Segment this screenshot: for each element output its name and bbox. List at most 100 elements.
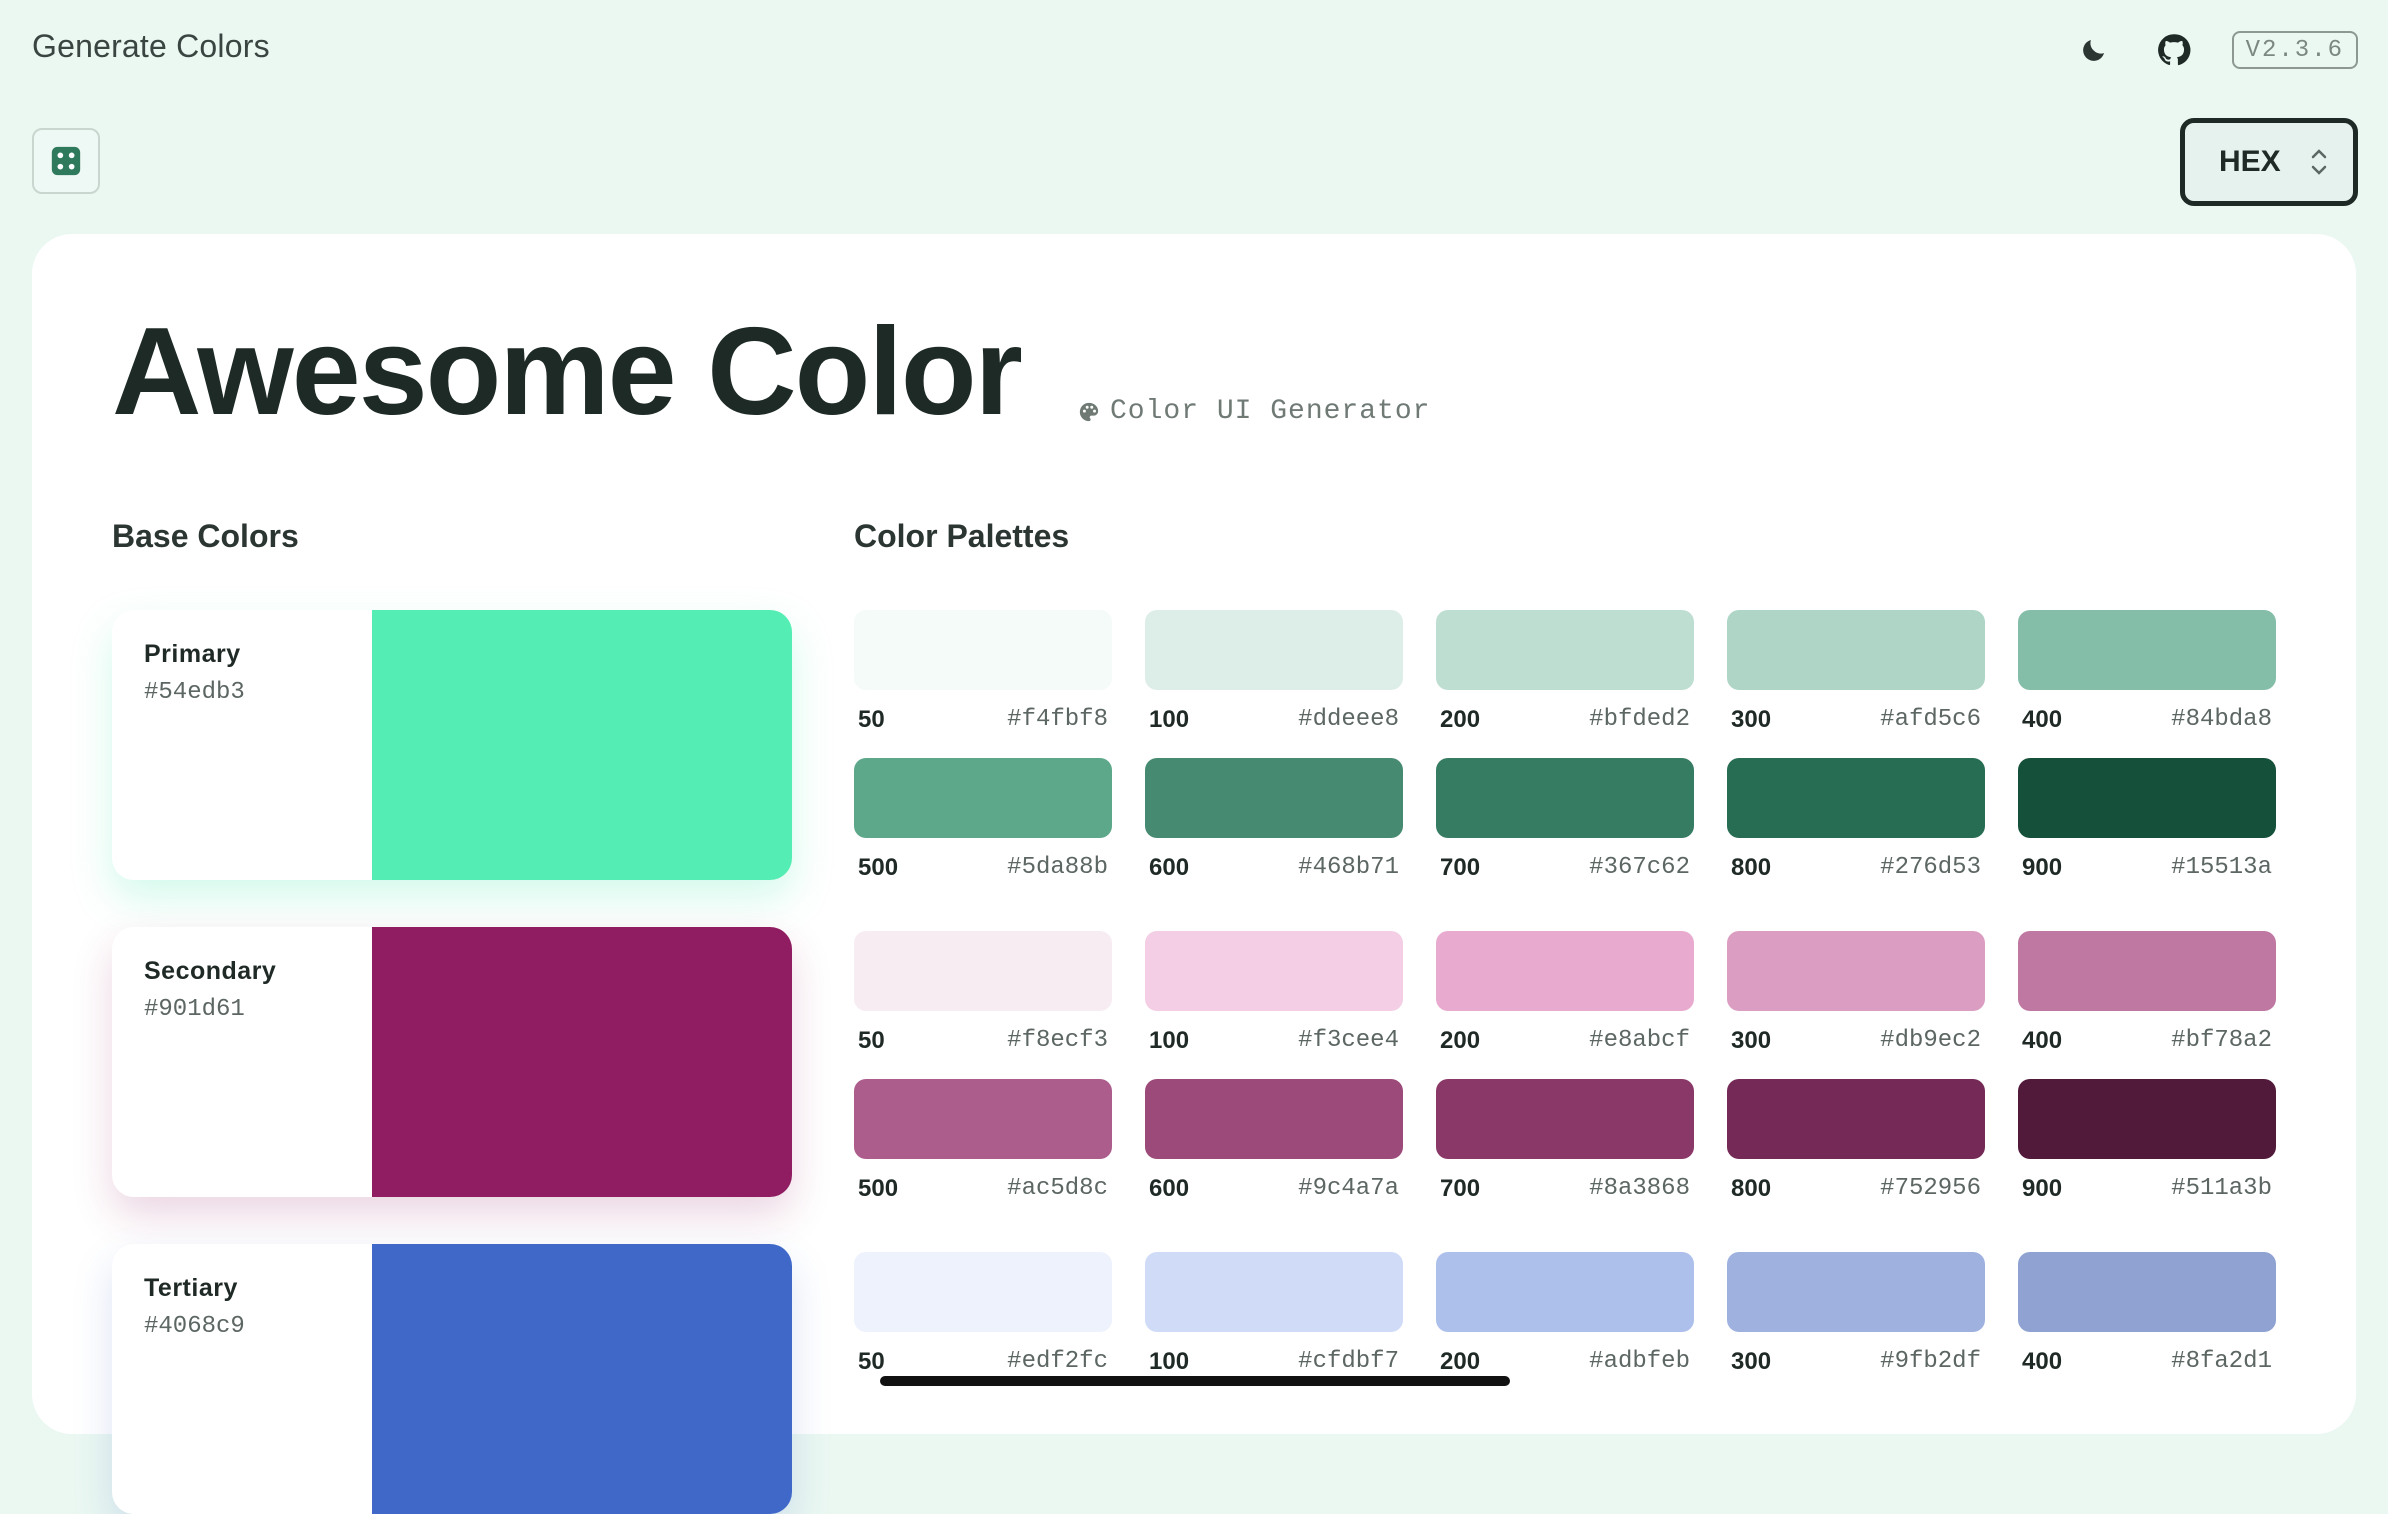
swatch-meta: 100 #ddeee8	[1145, 706, 1403, 734]
swatch-color[interactable]	[1436, 1079, 1694, 1159]
swatch-hex[interactable]: #276d53	[1880, 854, 1981, 882]
swatch-hex[interactable]: #f4fbf8	[1007, 706, 1108, 734]
swatch-color[interactable]	[1436, 610, 1694, 690]
swatch-hex[interactable]: #5da88b	[1007, 854, 1108, 882]
swatch-meta: 900 #15513a	[2018, 854, 2276, 882]
swatch-color[interactable]	[1436, 1252, 1694, 1332]
palette-swatch[interactable]: 100 #cfdbf7	[1145, 1252, 1403, 1376]
palette-swatch[interactable]: 500 #5da88b	[854, 758, 1112, 882]
swatch-meta: 100 #cfdbf7	[1145, 1348, 1403, 1376]
palette-swatch[interactable]: 50 #f8ecf3	[854, 931, 1112, 1055]
palette-swatch[interactable]: 100 #ddeee8	[1145, 610, 1403, 734]
palette-swatch[interactable]: 300 #9fb2df	[1727, 1252, 1985, 1376]
swatch-hex[interactable]: #bf78a2	[2171, 1027, 2272, 1055]
swatch-color[interactable]	[2018, 758, 2276, 838]
github-link[interactable]	[2152, 28, 2196, 72]
base-color-card-tertiary[interactable]: Tertiary #4068c9	[112, 1244, 792, 1514]
swatch-hex[interactable]: #ddeee8	[1298, 706, 1399, 734]
palette-swatch[interactable]: 600 #9c4a7a	[1145, 1079, 1403, 1203]
base-colors-heading: Base Colors	[112, 518, 299, 554]
base-color-swatch[interactable]	[372, 927, 792, 1197]
swatch-meta: 200 #bfded2	[1436, 706, 1694, 734]
swatch-hex[interactable]: #edf2fc	[1007, 1348, 1108, 1376]
swatch-color[interactable]	[2018, 931, 2276, 1011]
palette-swatch[interactable]: 100 #f3cee4	[1145, 931, 1403, 1055]
base-color-swatch[interactable]	[372, 610, 792, 880]
palette-swatch[interactable]: 700 #367c62	[1436, 758, 1694, 882]
swatch-meta: 400 #bf78a2	[2018, 1027, 2276, 1055]
dice-icon	[51, 146, 81, 176]
palette-icon	[1079, 402, 1099, 421]
swatch-hex[interactable]: #9c4a7a	[1298, 1175, 1399, 1203]
swatch-color[interactable]	[1145, 610, 1403, 690]
swatch-hex[interactable]: #ac5d8c	[1007, 1175, 1108, 1203]
palette-swatch[interactable]: 800 #752956	[1727, 1079, 1985, 1203]
horizontal-scrollbar[interactable]	[880, 1376, 1510, 1386]
swatch-hex[interactable]: #84bda8	[2171, 706, 2272, 734]
swatch-color[interactable]	[854, 1252, 1112, 1332]
swatch-hex[interactable]: #752956	[1880, 1175, 1981, 1203]
swatch-color[interactable]	[1727, 931, 1985, 1011]
palette-swatch[interactable]: 700 #8a3868	[1436, 1079, 1694, 1203]
swatch-color[interactable]	[1436, 931, 1694, 1011]
palette-swatch[interactable]: 300 #db9ec2	[1727, 931, 1985, 1055]
palette-swatch[interactable]: 50 #f4fbf8	[854, 610, 1112, 734]
palette-swatch[interactable]: 800 #276d53	[1727, 758, 1985, 882]
swatch-color[interactable]	[1145, 758, 1403, 838]
swatch-color[interactable]	[1145, 931, 1403, 1011]
swatch-color[interactable]	[2018, 1252, 2276, 1332]
palette-swatch[interactable]: 200 #bfded2	[1436, 610, 1694, 734]
palette-swatch[interactable]: 900 #511a3b	[2018, 1079, 2276, 1203]
swatch-hex[interactable]: #bfded2	[1589, 706, 1690, 734]
swatch-hex[interactable]: #8a3868	[1589, 1175, 1690, 1203]
swatch-hex[interactable]: #afd5c6	[1880, 706, 1981, 734]
swatch-color[interactable]	[854, 931, 1112, 1011]
palette-swatch[interactable]: 200 #adbfeb	[1436, 1252, 1694, 1376]
swatch-hex[interactable]: #cfdbf7	[1298, 1348, 1399, 1376]
swatch-meta: 50 #edf2fc	[854, 1348, 1112, 1376]
palette-swatch[interactable]: 300 #afd5c6	[1727, 610, 1985, 734]
swatch-color[interactable]	[1727, 758, 1985, 838]
swatch-color[interactable]	[1727, 1252, 1985, 1332]
palette-swatch[interactable]: 400 #bf78a2	[2018, 931, 2276, 1055]
swatch-shade: 50	[858, 706, 885, 733]
swatch-color[interactable]	[1145, 1252, 1403, 1332]
color-format-select[interactable]: HEX	[2180, 118, 2358, 206]
theme-toggle-button[interactable]	[2072, 28, 2116, 72]
swatch-hex[interactable]: #adbfeb	[1589, 1348, 1690, 1376]
palette-swatch[interactable]: 500 #ac5d8c	[854, 1079, 1112, 1203]
base-color-swatch[interactable]	[372, 1244, 792, 1514]
palette-swatch[interactable]: 900 #15513a	[2018, 758, 2276, 882]
swatch-shade: 200	[1440, 1348, 1481, 1375]
palette-swatch[interactable]: 600 #468b71	[1145, 758, 1403, 882]
swatch-color[interactable]	[1436, 758, 1694, 838]
swatch-hex[interactable]: #367c62	[1589, 854, 1690, 882]
swatch-color[interactable]	[854, 758, 1112, 838]
palette-swatch[interactable]: 50 #edf2fc	[854, 1252, 1112, 1376]
swatch-color[interactable]	[2018, 1079, 2276, 1159]
swatch-color[interactable]	[854, 610, 1112, 690]
swatch-color[interactable]	[2018, 610, 2276, 690]
palette-swatch[interactable]: 400 #8fa2d1	[2018, 1252, 2276, 1376]
randomize-button[interactable]	[32, 128, 100, 194]
swatch-color[interactable]	[854, 1079, 1112, 1159]
swatch-hex[interactable]: #e8abcf	[1589, 1027, 1690, 1055]
swatch-color[interactable]	[1145, 1079, 1403, 1159]
swatch-hex[interactable]: #9fb2df	[1880, 1348, 1981, 1376]
swatch-hex[interactable]: #468b71	[1298, 854, 1399, 882]
swatch-hex[interactable]: #8fa2d1	[2171, 1348, 2272, 1376]
swatch-meta: 900 #511a3b	[2018, 1175, 2276, 1203]
swatch-color[interactable]	[1727, 1079, 1985, 1159]
palette-swatch[interactable]: 400 #84bda8	[2018, 610, 2276, 734]
swatch-hex[interactable]: #db9ec2	[1880, 1027, 1981, 1055]
swatch-hex[interactable]: #511a3b	[2171, 1175, 2272, 1203]
palette-swatch[interactable]: 200 #e8abcf	[1436, 931, 1694, 1055]
swatch-shade: 500	[858, 854, 899, 881]
swatch-hex[interactable]: #f8ecf3	[1007, 1027, 1108, 1055]
base-color-card-secondary[interactable]: Secondary #901d61	[112, 927, 792, 1197]
swatch-color[interactable]	[1727, 610, 1985, 690]
version-badge[interactable]: V2.3.6	[2231, 31, 2358, 69]
swatch-hex[interactable]: #f3cee4	[1298, 1027, 1399, 1055]
base-color-card-primary[interactable]: Primary #54edb3	[112, 610, 792, 880]
swatch-hex[interactable]: #15513a	[2171, 854, 2272, 882]
